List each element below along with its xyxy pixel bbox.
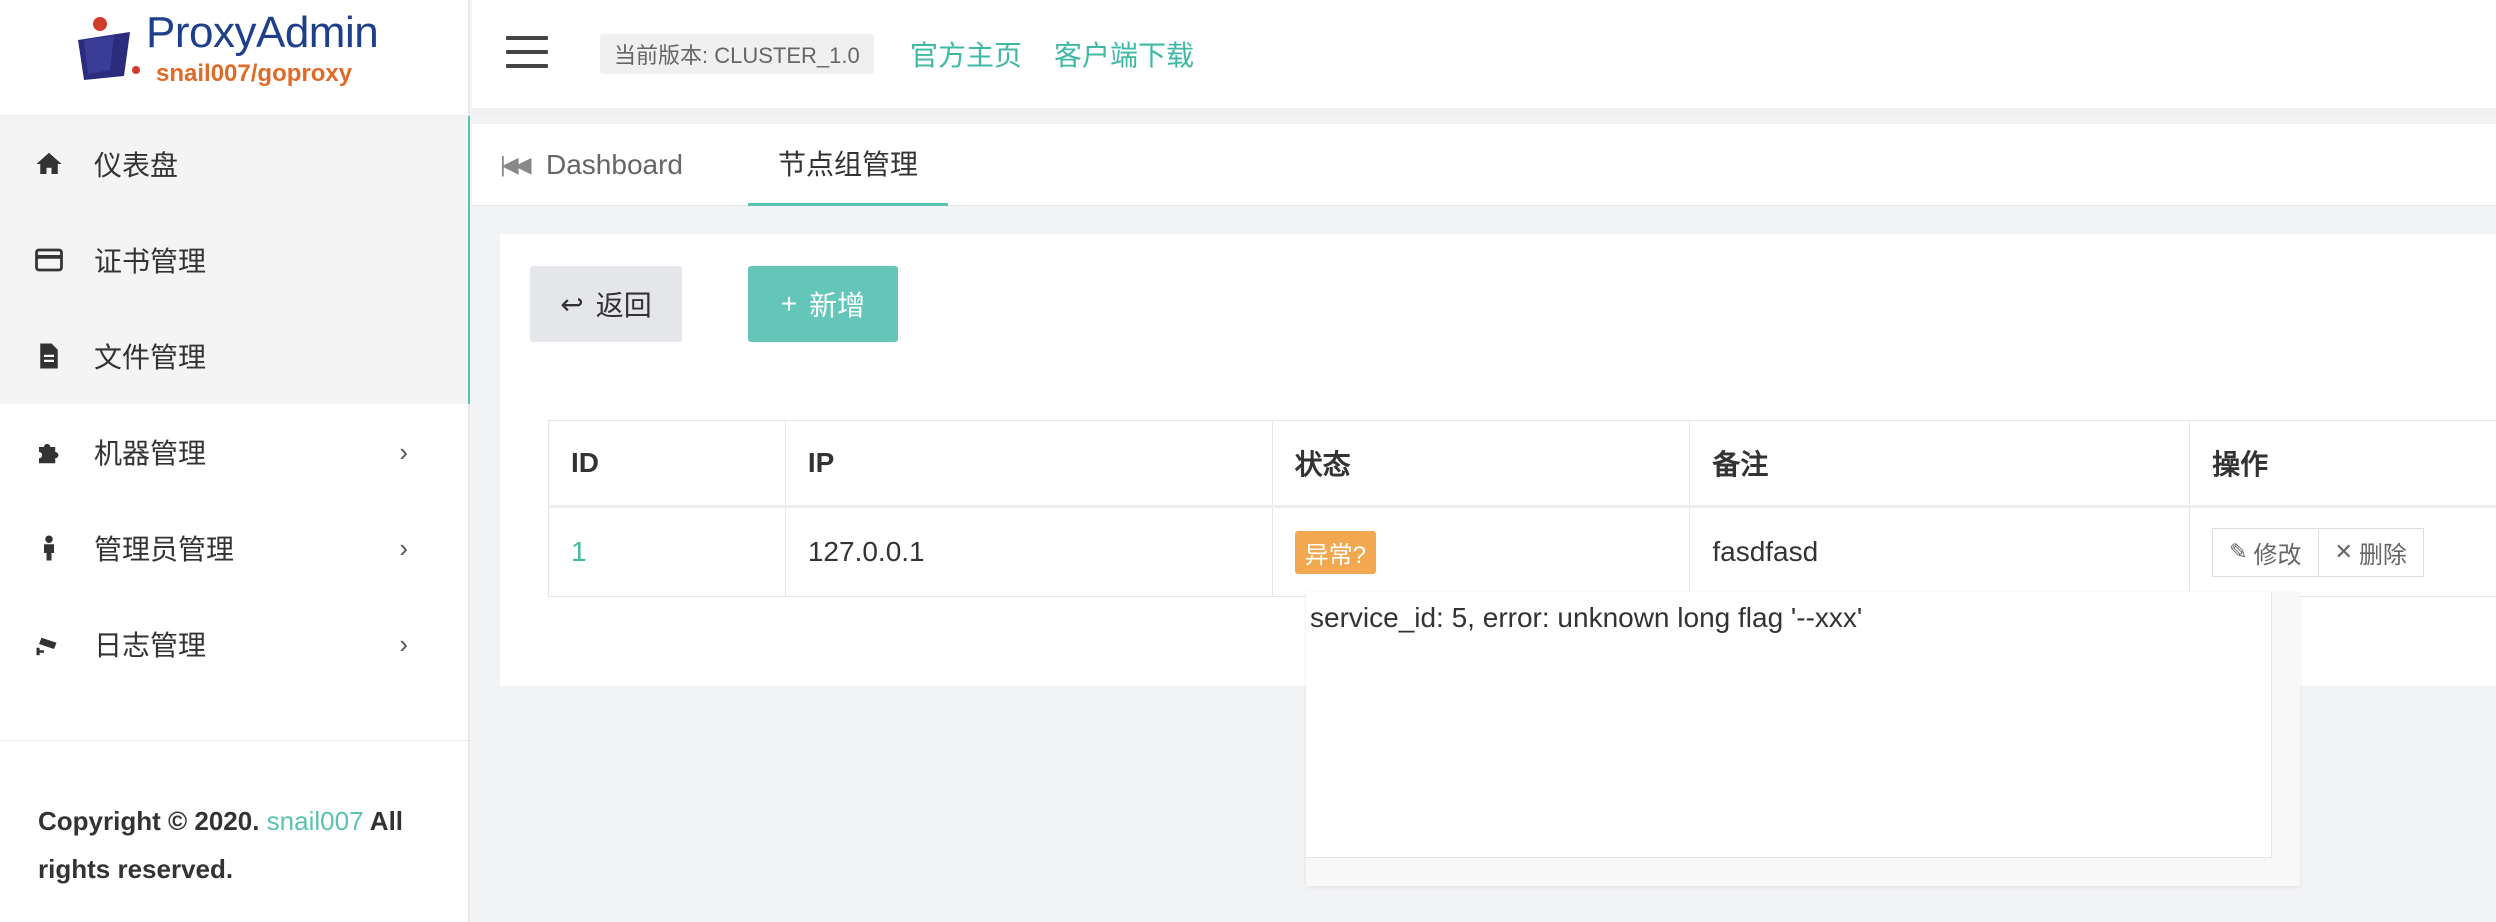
delete-button[interactable]: ✕ 删除 (2318, 527, 2424, 577)
user-icon (34, 533, 64, 563)
status-badge[interactable]: 异常? (1294, 530, 1376, 574)
tab-bar: |◀◀ Dashboard 节点组管理 (472, 124, 2496, 206)
tab-dashboard[interactable]: Dashboard (516, 124, 713, 206)
column-header-ip[interactable]: IP (784, 420, 1273, 507)
sidebar-item-logs[interactable]: 日志管理 › (0, 596, 468, 692)
plus-icon: + (780, 288, 798, 319)
sidebar-item-label: 管理员管理 (94, 534, 235, 565)
logo[interactable]: ProxyAdmin snail007/goproxy (0, 0, 468, 116)
status-error-popover: service_id: 5, error: unknown long flag … (1306, 592, 2300, 886)
add-button[interactable]: + 新增 (748, 266, 898, 342)
cell-id: 1 (548, 506, 786, 597)
sidebar-item-certificates[interactable]: 证书管理 (0, 212, 468, 308)
chevron-right-icon: › (399, 629, 408, 659)
brand-name: ProxyAdmin (146, 8, 379, 57)
sidebar-item-machines[interactable]: 机器管理 › (0, 404, 468, 500)
chevron-right-icon: › (399, 533, 408, 563)
node-group-table: ID IP 状态 备注 操作 1 127.0.0.1 异常? fasdfasd … (548, 420, 2496, 597)
credit-card-icon (34, 245, 64, 275)
delete-button-label: 删除 (2358, 541, 2407, 569)
sidebar-item-label: 机器管理 (94, 438, 207, 469)
column-header-note[interactable]: 备注 (1689, 420, 2191, 507)
edit-button[interactable]: ✎ 修改 (2212, 527, 2319, 577)
popover-error-text: service_id: 5, error: unknown long flag … (1310, 602, 1863, 633)
edit-button-label: 修改 (2253, 541, 2302, 569)
close-icon: ✕ (2334, 539, 2353, 564)
copyright: Copyright © 2020. snail007 All rights re… (0, 740, 468, 893)
sidebar-item-label: 日志管理 (94, 630, 207, 661)
sidebar: ProxyAdmin snail007/goproxy 仪表盘 证书管理 文件管… (0, 0, 470, 922)
sidebar-item-label: 文件管理 (94, 342, 207, 373)
column-header-status[interactable]: 状态 (1271, 420, 1691, 507)
sidebar-item-label: 证书管理 (94, 246, 207, 277)
table-header-row: ID IP 状态 备注 操作 (548, 420, 2496, 507)
row-actions: ✎ 修改 ✕ 删除 (2212, 527, 2424, 577)
hamburger-menu-icon[interactable] (506, 36, 548, 68)
back-button[interactable]: ↩ 返回 (530, 266, 682, 342)
file-icon (34, 341, 64, 371)
return-arrow-icon: ↩ (560, 288, 584, 320)
add-button-label: 新增 (809, 290, 866, 321)
client-download-link[interactable]: 客户端下载 (1054, 34, 1194, 74)
cell-status: 异常? (1271, 506, 1691, 597)
top-header: 当前版本: CLUSTER_1.0 官方主页 客户端下载 (472, 0, 2496, 116)
column-header-id[interactable]: ID (548, 420, 786, 507)
sidebar-item-files[interactable]: 文件管理 (0, 308, 468, 404)
back-button-label: 返回 (595, 290, 652, 321)
chevron-right-icon: › (399, 437, 408, 467)
cctv-icon (34, 629, 64, 659)
proxyadmin-logo-icon (78, 17, 140, 80)
sidebar-menu: 仪表盘 证书管理 文件管理 机器管理 › 管理员管理 › 日志管理 › (0, 116, 470, 692)
table-row: 1 127.0.0.1 异常? fasdfasd ✎ 修改 ✕ 删除 (548, 506, 2496, 597)
pencil-icon: ✎ (2229, 539, 2248, 564)
sidebar-item-dashboard[interactable]: 仪表盘 (0, 116, 468, 212)
copyright-link[interactable]: snail007 (267, 806, 364, 836)
tab-node-group[interactable]: 节点组管理 (748, 124, 949, 206)
brand-subtitle: snail007/goproxy (156, 60, 353, 87)
sidebar-item-label: 仪表盘 (94, 150, 179, 181)
popover-content: service_id: 5, error: unknown long flag … (1306, 592, 2272, 858)
puzzle-icon (34, 437, 64, 467)
sidebar-item-admins[interactable]: 管理员管理 › (0, 500, 468, 596)
copyright-prefix: Copyright © 2020. (38, 806, 260, 836)
row-id-link[interactable]: 1 (571, 536, 587, 567)
cell-actions: ✎ 修改 ✕ 删除 (2189, 506, 2496, 597)
home-icon (34, 149, 64, 179)
homepage-link[interactable]: 官方主页 (910, 34, 1022, 74)
cell-ip: 127.0.0.1 (784, 506, 1273, 597)
version-badge: 当前版本: CLUSTER_1.0 (600, 34, 874, 74)
cell-note: fasdfasd (1689, 506, 2191, 597)
column-header-actions: 操作 (2189, 420, 2496, 507)
